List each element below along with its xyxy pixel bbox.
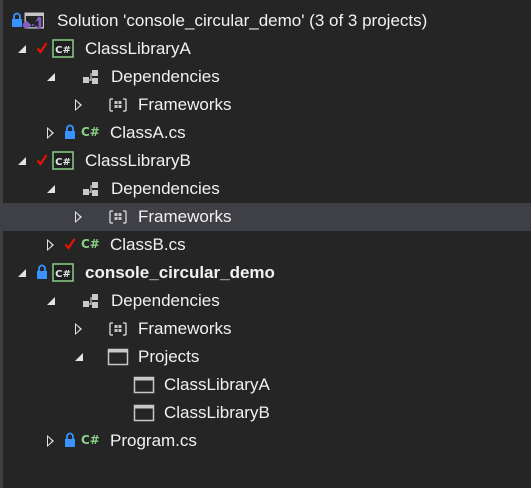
dependencies-label: Dependencies	[111, 291, 220, 310]
csharp-file-icon: C#	[81, 125, 100, 139]
visual-studio-solution-icon	[22, 12, 44, 30]
frameworks-icon	[109, 210, 127, 224]
expander-collapsed-icon[interactable]	[75, 211, 82, 223]
startup-project-label: console_circular_demo	[85, 263, 275, 282]
csproj-glyph-text: C#	[55, 157, 71, 168]
expander-expanded-icon[interactable]	[47, 297, 55, 305]
frameworks-label: Frameworks	[138, 319, 232, 338]
dependencies-icon	[83, 294, 98, 308]
file-label: Program.cs	[110, 431, 197, 450]
csharp-project-icon: C#	[52, 151, 74, 170]
dependencies-icon	[83, 182, 98, 196]
file-label: ClassA.cs	[110, 123, 186, 142]
dependencies-label: Dependencies	[111, 67, 220, 86]
tree-row-file-program[interactable]: C# Program.cs	[3, 427, 531, 455]
frameworks-label: Frameworks	[138, 207, 232, 226]
expander-collapsed-icon[interactable]	[47, 239, 54, 251]
tree-row-dependencies[interactable]: Dependencies	[3, 175, 531, 203]
project-reference-icon	[133, 376, 155, 394]
tree-row-dependencies[interactable]: Dependencies	[3, 287, 531, 315]
tree-row-project-classlibraryb[interactable]: C# ClassLibraryB	[3, 147, 531, 175]
projects-folder-icon	[107, 348, 129, 366]
project-reference-label: ClassLibraryB	[164, 403, 270, 422]
tree-row-project-console-circular-demo[interactable]: C# console_circular_demo	[3, 259, 531, 287]
tree-row-project-classlibrarya[interactable]: C# ClassLibraryA	[3, 35, 531, 63]
expander-collapsed-icon[interactable]	[47, 127, 54, 139]
csharp-file-icon: C#	[81, 433, 100, 447]
pending-edit-checkmark-icon	[36, 154, 48, 166]
frameworks-label: Frameworks	[138, 95, 232, 114]
expander-expanded-icon[interactable]	[47, 185, 55, 193]
tree-row-file-classb[interactable]: C# ClassB.cs	[3, 231, 531, 259]
project-reference-icon	[133, 404, 155, 422]
projects-folder-label: Projects	[138, 347, 200, 366]
expander-expanded-icon[interactable]	[18, 45, 26, 53]
project-reference-label: ClassLibraryA	[164, 375, 270, 394]
expander-expanded-icon[interactable]	[75, 353, 83, 361]
csharp-file-icon: C#	[81, 237, 100, 251]
lock-icon	[37, 264, 47, 279]
tree-row-file-classa[interactable]: C# ClassA.cs	[3, 119, 531, 147]
expander-collapsed-icon[interactable]	[47, 435, 54, 447]
expander-expanded-icon[interactable]	[18, 157, 26, 165]
csharp-project-icon: C#	[52, 263, 74, 282]
csproj-glyph-text: C#	[55, 45, 71, 56]
expander-expanded-icon[interactable]	[47, 73, 55, 81]
project-label: ClassLibraryB	[85, 151, 191, 170]
tree-row-dependencies[interactable]: Dependencies	[3, 63, 531, 91]
solution-label: Solution 'console_circular_demo' (3 of 3…	[57, 11, 428, 30]
expander-collapsed-icon[interactable]	[75, 323, 82, 335]
expander-expanded-icon[interactable]	[18, 269, 26, 277]
tree-row-frameworks[interactable]: Frameworks	[3, 91, 531, 119]
tree-row-projects-folder[interactable]: Projects	[3, 343, 531, 371]
tree-row-project-reference[interactable]: ClassLibraryA	[3, 371, 531, 399]
solution-explorer-tree: Solution 'console_circular_demo' (3 of 3…	[0, 0, 531, 488]
expander-collapsed-icon[interactable]	[75, 99, 82, 111]
pending-edit-checkmark-icon	[64, 238, 76, 250]
csproj-glyph-text: C#	[55, 269, 71, 280]
pending-edit-checkmark-icon	[36, 42, 48, 54]
tree-row-solution[interactable]: Solution 'console_circular_demo' (3 of 3…	[3, 7, 531, 35]
tree-row-frameworks-selected[interactable]: Frameworks	[3, 203, 531, 231]
frameworks-icon	[109, 98, 127, 112]
dependencies-icon	[83, 70, 98, 84]
lock-icon	[65, 432, 75, 447]
lock-icon	[65, 124, 75, 139]
file-label: ClassB.cs	[110, 235, 186, 254]
frameworks-icon	[109, 322, 127, 336]
project-label: ClassLibraryA	[85, 39, 191, 58]
tree-row-frameworks[interactable]: Frameworks	[3, 315, 531, 343]
csharp-project-icon: C#	[52, 39, 74, 58]
tree-row-project-reference[interactable]: ClassLibraryB	[3, 399, 531, 427]
dependencies-label: Dependencies	[111, 179, 220, 198]
